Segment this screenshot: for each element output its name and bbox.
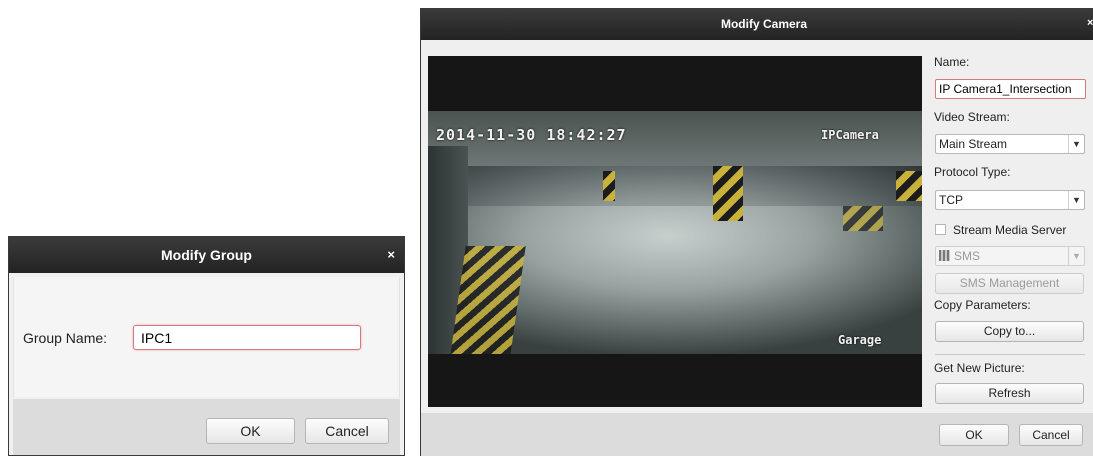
group-name-label: Group Name:	[23, 330, 108, 346]
get-new-picture-label: Get New Picture:	[934, 361, 1025, 375]
cancel-button[interactable]: Cancel	[1019, 424, 1083, 446]
protocol-type-value: TCP	[939, 193, 963, 207]
protocol-type-select[interactable]: TCP ▼	[935, 190, 1085, 210]
pillar-stripe	[713, 166, 743, 221]
sms-select: SMS ▼	[935, 246, 1085, 266]
osd-location: Garage	[838, 333, 882, 347]
camera-name-input[interactable]	[935, 79, 1086, 99]
pillar-stripe	[603, 171, 615, 201]
sms-management-button: SMS Management	[935, 273, 1084, 294]
refresh-button[interactable]: Refresh	[935, 383, 1084, 404]
video-preview[interactable]: 2014-11-30 18:42:27 IPCamera Garage	[428, 56, 922, 407]
floor-stripe	[843, 206, 883, 231]
copy-to-button[interactable]: Copy to...	[935, 321, 1084, 342]
chevron-down-icon[interactable]: ▼	[1068, 191, 1084, 209]
close-icon[interactable]: ×	[387, 247, 395, 262]
modify-camera-title: Modify Camera	[720, 17, 808, 31]
server-icon	[939, 250, 950, 261]
ok-button[interactable]: OK	[939, 424, 1009, 446]
sms-select-value: SMS	[954, 249, 981, 263]
modify-group-title: Modify Group	[161, 247, 252, 263]
stream-media-server-label: Stream Media Server	[953, 223, 1067, 237]
osd-camera-name: IPCamera	[821, 128, 879, 142]
ok-button[interactable]: OK	[206, 418, 295, 444]
pillar-stripe	[896, 171, 922, 201]
modify-group-dialog: Modify Group × Group Name: OK Cancel	[8, 236, 405, 456]
name-label: Name:	[934, 55, 970, 69]
stream-media-server-checkbox[interactable]	[935, 224, 946, 235]
osd-timestamp: 2014-11-30 18:42:27	[436, 126, 627, 144]
protocol-type-label: Protocol Type:	[934, 165, 1011, 179]
copy-parameters-label: Copy Parameters:	[934, 298, 1031, 312]
close-icon[interactable]: ×	[1087, 17, 1093, 29]
video-frame	[428, 111, 922, 354]
video-stream-value: Main Stream	[939, 137, 1008, 151]
video-stream-select[interactable]: Main Stream ▼	[935, 134, 1085, 154]
modify-camera-dialog: Modify Camera × 2014-11-30 18:42:27 IPCa…	[420, 8, 1093, 456]
chevron-down-icon[interactable]: ▼	[1068, 135, 1084, 153]
group-name-input[interactable]	[133, 325, 361, 350]
video-stream-label: Video Stream:	[934, 110, 1010, 124]
divider	[935, 354, 1085, 355]
chevron-down-icon: ▼	[1068, 247, 1084, 265]
cancel-button[interactable]: Cancel	[305, 418, 389, 444]
